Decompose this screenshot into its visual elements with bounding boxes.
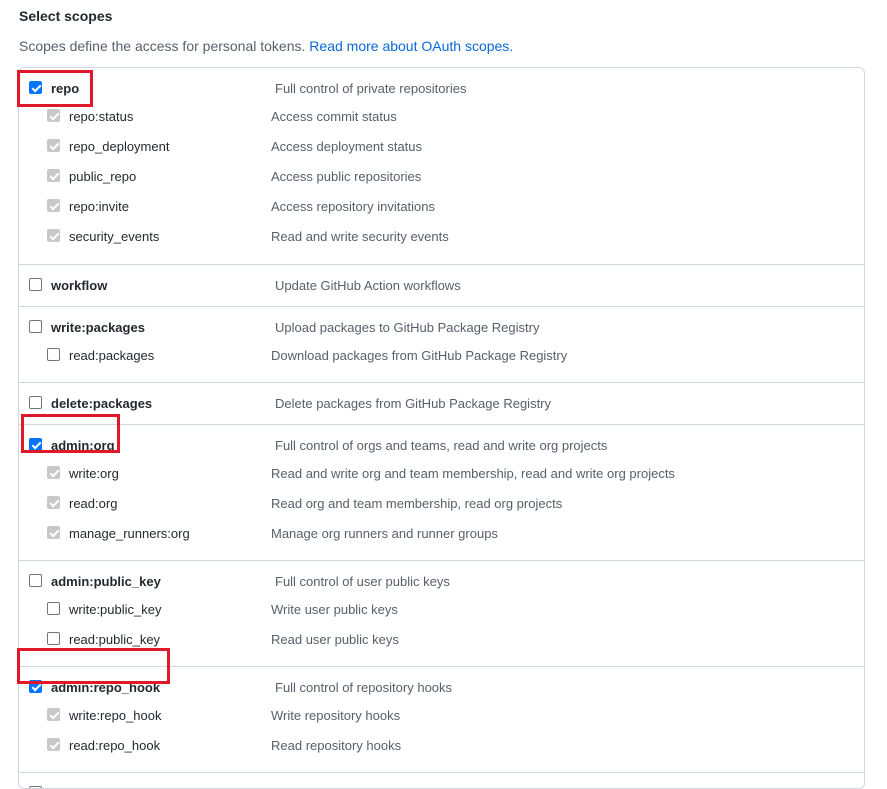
sub-scope-checkbox[interactable] bbox=[47, 738, 60, 751]
scope-checkbox[interactable] bbox=[29, 320, 42, 333]
sub-scope-checkbox[interactable] bbox=[47, 632, 60, 645]
sub-scope-name: public_repo bbox=[69, 169, 137, 184]
sub-scope-row: public_repo Access public repositories bbox=[19, 164, 864, 194]
sub-scope-description: Read repository hooks bbox=[271, 738, 402, 753]
sub-scope-row: security_events Read and write security e… bbox=[19, 224, 864, 254]
scope-row: repo Full control of private repositories bbox=[19, 74, 864, 104]
sub-scope-row: repo:invite Access repository invitations bbox=[19, 194, 864, 224]
scope-name: write:packages bbox=[51, 320, 145, 335]
sub-scope-description: Access commit status bbox=[271, 109, 397, 124]
scope-row: admin:public_key Full control of user pub… bbox=[19, 567, 864, 597]
sub-scope-checkbox[interactable] bbox=[47, 109, 60, 122]
sub-scope-description: Read and write security events bbox=[271, 229, 449, 244]
sub-scope-name: read:repo_hook bbox=[69, 738, 161, 753]
scope-description: Upload packages to GitHub Package Regist… bbox=[275, 320, 540, 335]
scopes-description: Scopes define the access for personal to… bbox=[19, 36, 513, 56]
scope-checkbox[interactable] bbox=[29, 680, 42, 693]
sub-scope-row: write:org Read and write org and team mem… bbox=[19, 461, 864, 491]
scope-row: admin:repo_hook Full control of repositor… bbox=[19, 673, 864, 703]
scope-group: delete:packages Delete packages from GitH… bbox=[19, 382, 864, 425]
sub-scope-name: manage_runners:org bbox=[69, 526, 190, 541]
sub-scope-name: read:public_key bbox=[69, 632, 161, 647]
scope-name: repo bbox=[51, 81, 80, 96]
sub-scope-description: Download packages from GitHub Package Re… bbox=[271, 348, 568, 363]
sub-scope-description: Manage org runners and runner groups bbox=[271, 526, 498, 541]
sub-scope-name: write:public_key bbox=[69, 602, 162, 617]
description-text: Scopes define the access for personal to… bbox=[19, 38, 306, 54]
scope-name: admin:org bbox=[51, 438, 115, 453]
sub-scope-description: Access deployment status bbox=[271, 139, 423, 154]
scope-group: admin:repo_hook Full control of repositor… bbox=[19, 666, 864, 773]
scope-name: workflow bbox=[51, 278, 108, 293]
scope-group: workflow Update GitHub Action workflows bbox=[19, 264, 864, 307]
section-title: Select scopes bbox=[19, 8, 113, 24]
scope-row: workflow Update GitHub Action workflows bbox=[19, 271, 864, 301]
scopes-list: repo Full control of private repositories… bbox=[18, 67, 865, 789]
sub-scope-checkbox[interactable] bbox=[47, 496, 60, 509]
sub-scope-checkbox[interactable] bbox=[47, 199, 60, 212]
sub-scope-description: Read org and team membership, read org p… bbox=[271, 496, 563, 511]
sub-scope-row: repo:status Access commit status bbox=[19, 104, 864, 134]
sub-scope-name: repo:status bbox=[69, 109, 134, 124]
scope-description: Full control of orgs and teams, read and… bbox=[275, 438, 608, 453]
scope-row: delete:packages Delete packages from GitH… bbox=[19, 389, 864, 419]
scope-checkbox[interactable] bbox=[29, 278, 42, 291]
sub-scope-description: Read user public keys bbox=[271, 632, 399, 647]
scope-name: admin:org_hook bbox=[51, 785, 153, 788]
scope-row: admin:org Full control of orgs and teams,… bbox=[19, 431, 864, 461]
sub-scope-row: read:repo_hook Read repository hooks bbox=[19, 733, 864, 763]
sub-scope-name: write:org bbox=[69, 466, 119, 481]
scope-group: repo Full control of private repositories… bbox=[19, 68, 864, 264]
scope-checkbox[interactable] bbox=[29, 438, 42, 451]
sub-scope-row: read:org Read org and team membership, re… bbox=[19, 491, 864, 521]
sub-scope-checkbox[interactable] bbox=[47, 466, 60, 479]
sub-scope-checkbox[interactable] bbox=[47, 348, 60, 361]
sub-scope-row: write:public_key Write user public keys bbox=[19, 597, 864, 627]
scope-description: Update GitHub Action workflows bbox=[275, 278, 461, 293]
sub-scope-row: read:packages Download packages from GitH… bbox=[19, 343, 864, 373]
sub-scope-name: repo_deployment bbox=[69, 139, 170, 154]
scope-group: write:packages Upload packages to GitHub … bbox=[19, 306, 864, 383]
scope-description: Full control of user public keys bbox=[275, 574, 450, 589]
scope-row: write:packages Upload packages to GitHub … bbox=[19, 313, 864, 343]
sub-scope-name: read:org bbox=[69, 496, 118, 511]
scope-checkbox[interactable] bbox=[29, 574, 42, 587]
sub-scope-name: read:packages bbox=[69, 348, 155, 363]
oauth-scopes-link[interactable]: Read more about OAuth scopes. bbox=[309, 38, 513, 54]
sub-scope-name: repo:invite bbox=[69, 199, 129, 214]
scope-name: delete:packages bbox=[51, 396, 153, 411]
sub-scope-checkbox[interactable] bbox=[47, 229, 60, 242]
sub-scope-checkbox[interactable] bbox=[47, 602, 60, 615]
scope-checkbox[interactable] bbox=[29, 396, 42, 409]
scope-description: Full control of private repositories bbox=[275, 81, 467, 96]
sub-scope-checkbox[interactable] bbox=[47, 169, 60, 182]
sub-scope-checkbox[interactable] bbox=[47, 526, 60, 539]
sub-scope-description: Access public repositories bbox=[271, 169, 422, 184]
sub-scope-row: write:repo_hook Write repository hooks bbox=[19, 703, 864, 733]
scope-checkbox[interactable] bbox=[29, 81, 42, 94]
scope-group: admin:org Full control of orgs and teams,… bbox=[19, 424, 864, 561]
sub-scope-row: read:public_key Read user public keys bbox=[19, 627, 864, 657]
scope-name: admin:public_key bbox=[51, 574, 161, 589]
sub-scope-description: Write repository hooks bbox=[271, 708, 401, 723]
scope-description: Delete packages from GitHub Package Regi… bbox=[275, 396, 552, 411]
sub-scope-description: Write user public keys bbox=[271, 602, 398, 617]
sub-scope-checkbox[interactable] bbox=[47, 139, 60, 152]
scope-description: Full control of organization hooks bbox=[275, 785, 466, 788]
sub-scope-name: security_events bbox=[69, 229, 160, 244]
sub-scope-name: write:repo_hook bbox=[69, 708, 162, 723]
scope-name: admin:repo_hook bbox=[51, 680, 161, 695]
scope-description: Full control of repository hooks bbox=[275, 680, 453, 695]
sub-scope-row: manage_runners:org Manage org runners and… bbox=[19, 521, 864, 551]
scope-group: admin:org_hook Full control of organizati… bbox=[19, 772, 864, 788]
scope-row: admin:org_hook Full control of organizati… bbox=[19, 779, 864, 788]
sub-scope-checkbox[interactable] bbox=[47, 708, 60, 721]
sub-scope-description: Read and write org and team membership, … bbox=[271, 466, 675, 481]
sub-scope-description: Access repository invitations bbox=[271, 199, 436, 214]
scope-group: admin:public_key Full control of user pub… bbox=[19, 560, 864, 667]
sub-scope-row: repo_deployment Access deployment status bbox=[19, 134, 864, 164]
